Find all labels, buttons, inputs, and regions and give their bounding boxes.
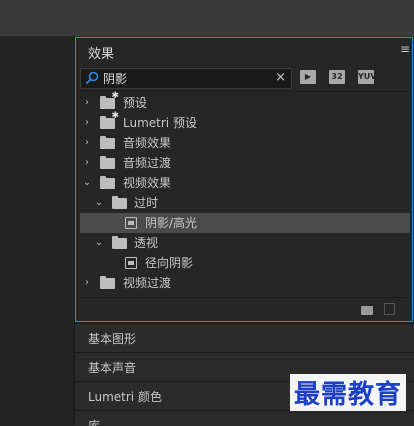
divider bbox=[80, 91, 410, 92]
yuv-filter-icon[interactable]: YUV bbox=[358, 70, 376, 84]
panel-label: Lumetri 颜色 bbox=[88, 390, 162, 404]
watermark: 最需教育 bbox=[290, 374, 407, 411]
tree-item-label: 径向阴影 bbox=[145, 256, 194, 270]
folder-icon bbox=[112, 236, 127, 249]
tree-item-label: 阴影/高光 bbox=[145, 216, 198, 230]
chevron-right-icon[interactable]: › bbox=[82, 113, 92, 133]
folder-icon bbox=[100, 176, 115, 189]
tree-item-video-transitions[interactable]: › 视频过渡 bbox=[80, 273, 410, 293]
tree-item-label: 视频效果 bbox=[123, 176, 172, 190]
effects-panel: 效果 ≡ × ▶ 32 YUV › ✱ 预设 › ✱ Lumetri 预设 › … bbox=[75, 37, 413, 322]
panel-label: 基本声音 bbox=[88, 361, 137, 375]
tree-item-label: Lumetri 预设 bbox=[123, 116, 197, 130]
search-icon bbox=[85, 71, 99, 85]
left-pane bbox=[0, 37, 75, 425]
chevron-down-icon[interactable]: ⌄ bbox=[94, 233, 104, 253]
chevron-down-icon[interactable]: ⌄ bbox=[82, 173, 92, 193]
tree-item-label: 预设 bbox=[123, 96, 148, 110]
chevron-down-icon[interactable]: ⌄ bbox=[94, 193, 104, 213]
folder-icon bbox=[100, 276, 115, 289]
folder-icon bbox=[100, 156, 115, 169]
tree-item-presets[interactable]: › ✱ 预设 bbox=[80, 92, 410, 113]
panel-label: 基本图形 bbox=[88, 332, 137, 346]
tree-item-radial-shadow[interactable]: 径向阴影 bbox=[80, 253, 410, 273]
chevron-right-icon[interactable]: › bbox=[82, 153, 92, 173]
effect-icon bbox=[125, 257, 137, 269]
tree-item-audio-transitions[interactable]: › 音频过渡 bbox=[80, 153, 410, 173]
folder-icon bbox=[100, 136, 115, 149]
tree-item-label: 透视 bbox=[134, 236, 159, 250]
tree-item-label: 音频过渡 bbox=[123, 156, 172, 170]
effect-icon bbox=[125, 217, 137, 229]
folder-star-icon: ✱ bbox=[100, 92, 119, 109]
tree-item-perspective[interactable]: ⌄ 透视 bbox=[80, 233, 410, 253]
32bit-filter-icon[interactable]: 32 bbox=[329, 70, 345, 84]
tree-item-label: 过时 bbox=[134, 196, 159, 210]
divider bbox=[80, 297, 410, 298]
tree-item-label: 视频过渡 bbox=[123, 276, 172, 290]
panel-libraries[interactable]: 库 bbox=[75, 410, 414, 426]
panel-header: 效果 ≡ bbox=[76, 38, 412, 64]
panel-essential-graphics[interactable]: 基本图形 bbox=[75, 323, 414, 352]
folder-star-icon: ✱ bbox=[100, 112, 119, 129]
chevron-right-icon[interactable]: › bbox=[82, 93, 92, 113]
chevron-right-icon[interactable]: › bbox=[82, 273, 92, 293]
panel-menu-icon[interactable]: ≡ bbox=[400, 42, 410, 56]
clear-search-icon[interactable]: × bbox=[275, 70, 286, 85]
tree-item-audio-effects[interactable]: › 音频效果 bbox=[80, 133, 410, 153]
search-input[interactable] bbox=[103, 69, 263, 88]
accelerated-effects-filter-icon[interactable]: ▶ bbox=[300, 70, 316, 84]
panel-title: 效果 bbox=[88, 47, 115, 62]
search-box[interactable]: × bbox=[80, 68, 292, 89]
tree-item-lumetri-presets[interactable]: › ✱ Lumetri 预设 bbox=[80, 112, 410, 133]
folder-icon bbox=[112, 196, 127, 209]
chevron-right-icon[interactable]: › bbox=[82, 133, 92, 153]
trash-icon[interactable] bbox=[384, 303, 395, 315]
top-bar bbox=[0, 0, 414, 37]
tree-item-video-effects[interactable]: ⌄ 视频效果 bbox=[80, 173, 410, 193]
tree-item-label: 音频效果 bbox=[123, 136, 172, 150]
new-folder-icon[interactable] bbox=[361, 306, 373, 315]
tree-item-shadow-highlight[interactable]: 阴影/高光 bbox=[80, 213, 410, 233]
tree-item-obsolete[interactable]: ⌄ 过时 bbox=[80, 193, 410, 213]
